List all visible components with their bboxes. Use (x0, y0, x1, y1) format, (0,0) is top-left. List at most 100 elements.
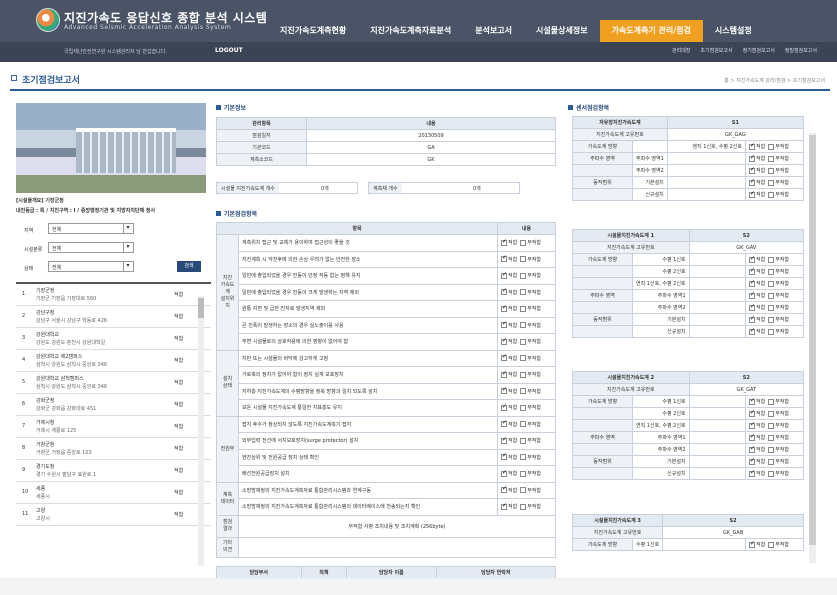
checkbox-icon[interactable] (749, 421, 755, 429)
checkbox-icon[interactable] (501, 254, 507, 263)
ok-checkbox[interactable]: 적합 (749, 540, 765, 548)
checkbox-icon[interactable] (768, 434, 775, 441)
checkbox-icon[interactable] (768, 304, 775, 311)
checkbox-icon[interactable] (501, 419, 507, 428)
checkbox-icon[interactable] (768, 328, 775, 335)
nav-item[interactable]: 시스템설정 (703, 20, 764, 42)
ok-checkbox[interactable]: 적합 (501, 386, 517, 395)
ng-checkbox[interactable]: 부적합 (520, 305, 541, 312)
nav-item[interactable]: 분석보고서 (463, 20, 524, 42)
checkbox-icon[interactable] (768, 292, 775, 299)
checkbox-icon[interactable] (520, 421, 527, 428)
checkbox-icon[interactable] (749, 457, 755, 465)
checkbox-icon[interactable] (501, 271, 507, 279)
subnav-item[interactable]: 정밀점검보고서 (785, 47, 817, 54)
ng-checkbox[interactable]: 부적합 (768, 316, 789, 323)
ng-checkbox[interactable]: 부적합 (520, 289, 541, 296)
checkbox-icon[interactable] (749, 409, 755, 417)
list-item[interactable]: 1 기장군청 기장군 기장읍 기장대로 560 적합 (16, 284, 211, 306)
subnav-item[interactable]: 초기점검보고서 (700, 47, 732, 54)
checkbox-icon[interactable] (520, 256, 527, 263)
checkbox-icon[interactable] (520, 289, 527, 296)
ok-checkbox[interactable]: 적합 (501, 320, 517, 329)
subnav-item[interactable]: 정기점검보고서 (743, 47, 775, 54)
ok-checkbox[interactable]: 적합 (749, 291, 765, 299)
ok-checkbox[interactable]: 적합 (749, 303, 765, 311)
ng-checkbox[interactable]: 부적합 (768, 398, 789, 405)
ng-checkbox[interactable]: 부적합 (520, 322, 541, 329)
ng-checkbox[interactable]: 부적합 (520, 487, 541, 494)
ng-checkbox[interactable]: 부적합 (520, 338, 541, 345)
filter-select[interactable]: 전체 (48, 242, 134, 253)
checkbox-icon[interactable] (749, 291, 755, 299)
ng-checkbox[interactable]: 부적합 (768, 268, 789, 275)
list-item[interactable]: 5 강원대학교 삼척캠퍼스 삼척시 강원도 삼척시 중앙로 346 적합 (16, 372, 211, 394)
ng-checkbox[interactable]: 부적합 (520, 470, 541, 477)
checkbox-icon[interactable] (768, 280, 775, 287)
checkbox-icon[interactable] (749, 315, 755, 323)
checkbox-icon[interactable] (768, 268, 775, 275)
ng-checkbox[interactable]: 부적합 (520, 503, 541, 510)
checkbox-icon[interactable] (501, 304, 507, 312)
list-item[interactable]: 10 세종 세종시 적합 (16, 482, 211, 504)
ok-checkbox[interactable]: 적합 (749, 409, 765, 417)
checkbox-icon[interactable] (520, 355, 527, 362)
checkbox-icon[interactable] (749, 178, 755, 186)
ng-checkbox[interactable]: 부적합 (520, 355, 541, 362)
ok-checkbox[interactable]: 적합 (501, 403, 517, 411)
checkbox-icon[interactable] (749, 397, 755, 405)
nav-item[interactable]: 가속도계측기 관리/점검 (599, 20, 703, 42)
ok-checkbox[interactable]: 적합 (501, 271, 517, 279)
checkbox-icon[interactable] (520, 272, 527, 279)
ok-checkbox[interactable]: 적합 (501, 304, 517, 312)
checkbox-icon[interactable] (749, 327, 755, 335)
ok-checkbox[interactable]: 적합 (501, 370, 517, 378)
checkbox-icon[interactable] (749, 445, 755, 453)
checkbox-icon[interactable] (749, 303, 755, 311)
checkbox-icon[interactable] (520, 470, 527, 477)
list-item[interactable]: 6 강화군청 강화군 강화읍 강화대로 451 적합 (16, 394, 211, 416)
checkbox-icon[interactable] (501, 337, 507, 345)
ok-checkbox[interactable]: 적합 (749, 166, 765, 174)
ng-checkbox[interactable]: 부적합 (520, 454, 541, 461)
checkbox-icon[interactable] (520, 239, 527, 246)
checkbox-icon[interactable] (768, 191, 775, 198)
ng-checkbox[interactable]: 부적합 (768, 304, 789, 311)
subnav-item[interactable]: 관리대장 (672, 47, 690, 54)
ok-checkbox[interactable]: 적합 (749, 178, 765, 186)
ng-checkbox[interactable]: 부적합 (520, 371, 541, 378)
checkbox-icon[interactable] (520, 305, 527, 312)
checkbox-icon[interactable] (501, 403, 507, 411)
logout-button[interactable]: LOGOUT (215, 47, 243, 54)
ng-checkbox[interactable]: 부적합 (768, 155, 789, 162)
ng-checkbox[interactable]: 부적합 (768, 280, 789, 287)
ng-checkbox[interactable]: 부적합 (768, 422, 789, 429)
checkbox-icon[interactable] (520, 487, 527, 494)
checkbox-icon[interactable] (501, 502, 507, 510)
checkbox-icon[interactable] (749, 267, 755, 275)
ng-checkbox[interactable]: 부적합 (768, 143, 789, 150)
ok-checkbox[interactable]: 적합 (749, 142, 765, 150)
checkbox-icon[interactable] (749, 142, 755, 150)
checkbox-icon[interactable] (501, 238, 507, 246)
checkbox-icon[interactable] (501, 452, 507, 461)
ok-checkbox[interactable]: 적합 (749, 421, 765, 429)
checkbox-icon[interactable] (501, 320, 507, 329)
ok-checkbox[interactable]: 적합 (749, 255, 765, 263)
ok-checkbox[interactable]: 적합 (749, 190, 765, 198)
nav-item[interactable]: 지진가속도계측자료분석 (358, 20, 463, 42)
ok-checkbox[interactable]: 적합 (501, 254, 517, 263)
checkbox-icon[interactable] (768, 458, 775, 465)
checkbox-icon[interactable] (768, 316, 775, 323)
sensor-scroll-thumb[interactable] (809, 135, 816, 545)
ng-checkbox[interactable]: 부적합 (768, 256, 789, 263)
ng-checkbox[interactable]: 부적합 (520, 256, 541, 263)
checkbox-icon[interactable] (501, 353, 507, 362)
result-text[interactable]: 부적합 사항 조치내용 및 조치계획 (256byte) (238, 514, 556, 538)
ng-checkbox[interactable]: 부적합 (768, 328, 789, 335)
ok-checkbox[interactable]: 적합 (501, 502, 517, 510)
checkbox-icon[interactable] (749, 190, 755, 198)
ng-checkbox[interactable]: 부적합 (768, 434, 789, 441)
logo-icon[interactable] (36, 8, 60, 32)
checkbox-icon[interactable] (501, 370, 507, 378)
